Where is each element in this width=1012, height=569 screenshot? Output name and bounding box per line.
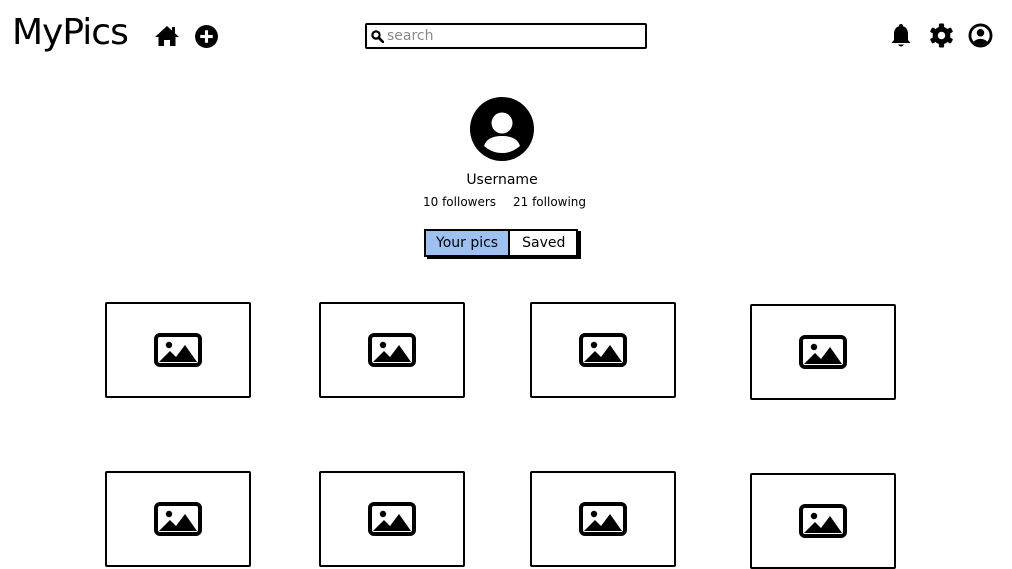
image-placeholder-icon <box>579 333 627 367</box>
profile-avatar <box>470 97 534 161</box>
pic-card[interactable] <box>105 471 251 567</box>
profile-tabs: Your pics Saved <box>424 229 579 257</box>
image-placeholder-icon <box>799 504 847 538</box>
tab-your-pics[interactable]: Your pics <box>426 231 511 255</box>
image-placeholder-icon <box>368 502 416 536</box>
search-input[interactable] <box>387 28 627 44</box>
image-placeholder-icon <box>799 335 847 369</box>
bell-icon[interactable] <box>889 23 913 49</box>
account-circle-icon[interactable] <box>968 23 993 48</box>
pic-card[interactable] <box>750 473 896 569</box>
pic-card[interactable] <box>530 302 676 398</box>
profile-username: Username <box>466 172 538 188</box>
home-icon[interactable] <box>154 24 180 48</box>
app-logo[interactable]: MyPics <box>12 10 129 56</box>
search-icon <box>371 29 384 43</box>
gear-icon[interactable] <box>929 23 954 48</box>
image-placeholder-icon <box>154 333 202 367</box>
followers-count[interactable]: 10 followers <box>423 194 496 210</box>
search-field[interactable] <box>365 23 647 49</box>
image-placeholder-icon <box>579 502 627 536</box>
image-placeholder-icon <box>368 333 416 367</box>
pic-card[interactable] <box>319 302 465 398</box>
tab-saved[interactable]: Saved <box>510 231 577 255</box>
add-circle-icon[interactable] <box>194 24 219 49</box>
following-count[interactable]: 21 following <box>513 194 586 210</box>
pic-card[interactable] <box>105 302 251 398</box>
pic-card[interactable] <box>530 471 676 567</box>
pic-card[interactable] <box>750 304 896 400</box>
image-placeholder-icon <box>154 502 202 536</box>
pic-card[interactable] <box>319 471 465 567</box>
